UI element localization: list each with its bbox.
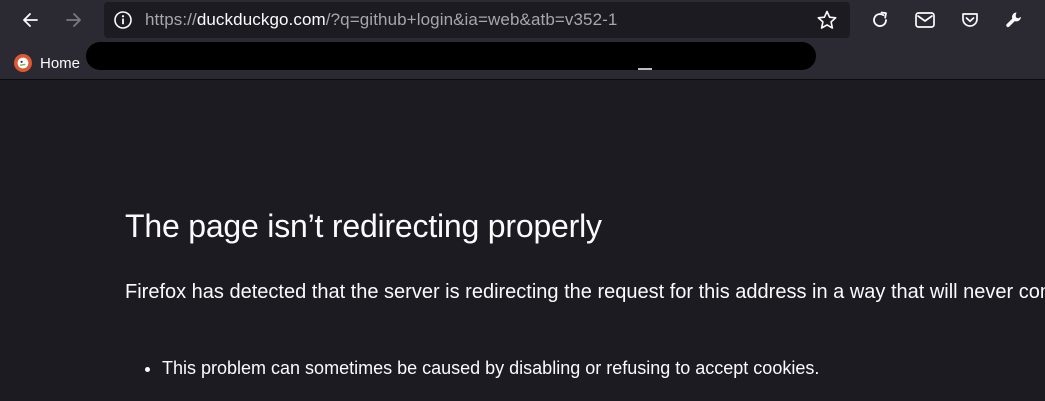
back-button[interactable] <box>14 4 46 36</box>
bookmarks-toolbar: Home <box>0 40 1045 80</box>
star-icon[interactable] <box>816 9 838 31</box>
error-description: Firefox has detected that the server is … <box>125 281 1045 303</box>
pocket-button[interactable] <box>954 4 986 36</box>
error-page: The page isn’t redirecting properly Fire… <box>0 80 1045 401</box>
mail-button[interactable] <box>909 4 941 36</box>
wrench-icon <box>1004 10 1024 30</box>
error-suggestions: This problem can sometimes be caused by … <box>125 356 819 380</box>
bookmark-home[interactable]: Home <box>14 52 80 74</box>
url-scheme: https:// <box>145 10 197 29</box>
redacted-bookmarks <box>86 42 816 70</box>
mail-icon <box>914 10 936 30</box>
bookmark-home-label: Home <box>40 54 81 72</box>
bookmark-divider <box>638 68 652 70</box>
arrow-left-icon <box>20 10 40 30</box>
wrench-button[interactable] <box>998 4 1030 36</box>
duckduckgo-logo-icon <box>14 54 32 72</box>
url-path: /?q=github+login&ia=web&atb=v352-1 <box>325 10 618 29</box>
reload-button[interactable] <box>864 4 896 36</box>
error-suggestion-item: This problem can sometimes be caused by … <box>162 356 819 380</box>
forward-button[interactable] <box>58 4 90 36</box>
arrow-right-icon <box>64 10 84 30</box>
error-title: The page isn’t redirecting properly <box>125 208 602 244</box>
url-host: duckduckgo.com <box>196 10 326 29</box>
info-icon[interactable] <box>112 9 134 31</box>
pocket-icon <box>960 10 980 30</box>
url-text[interactable]: https://duckduckgo.com/?q=github+login&i… <box>145 10 617 30</box>
reload-icon <box>870 10 890 30</box>
browser-toolbar: https://duckduckgo.com/?q=github+login&i… <box>0 0 1045 40</box>
address-bar[interactable]: https://duckduckgo.com/?q=github+login&i… <box>104 2 850 38</box>
